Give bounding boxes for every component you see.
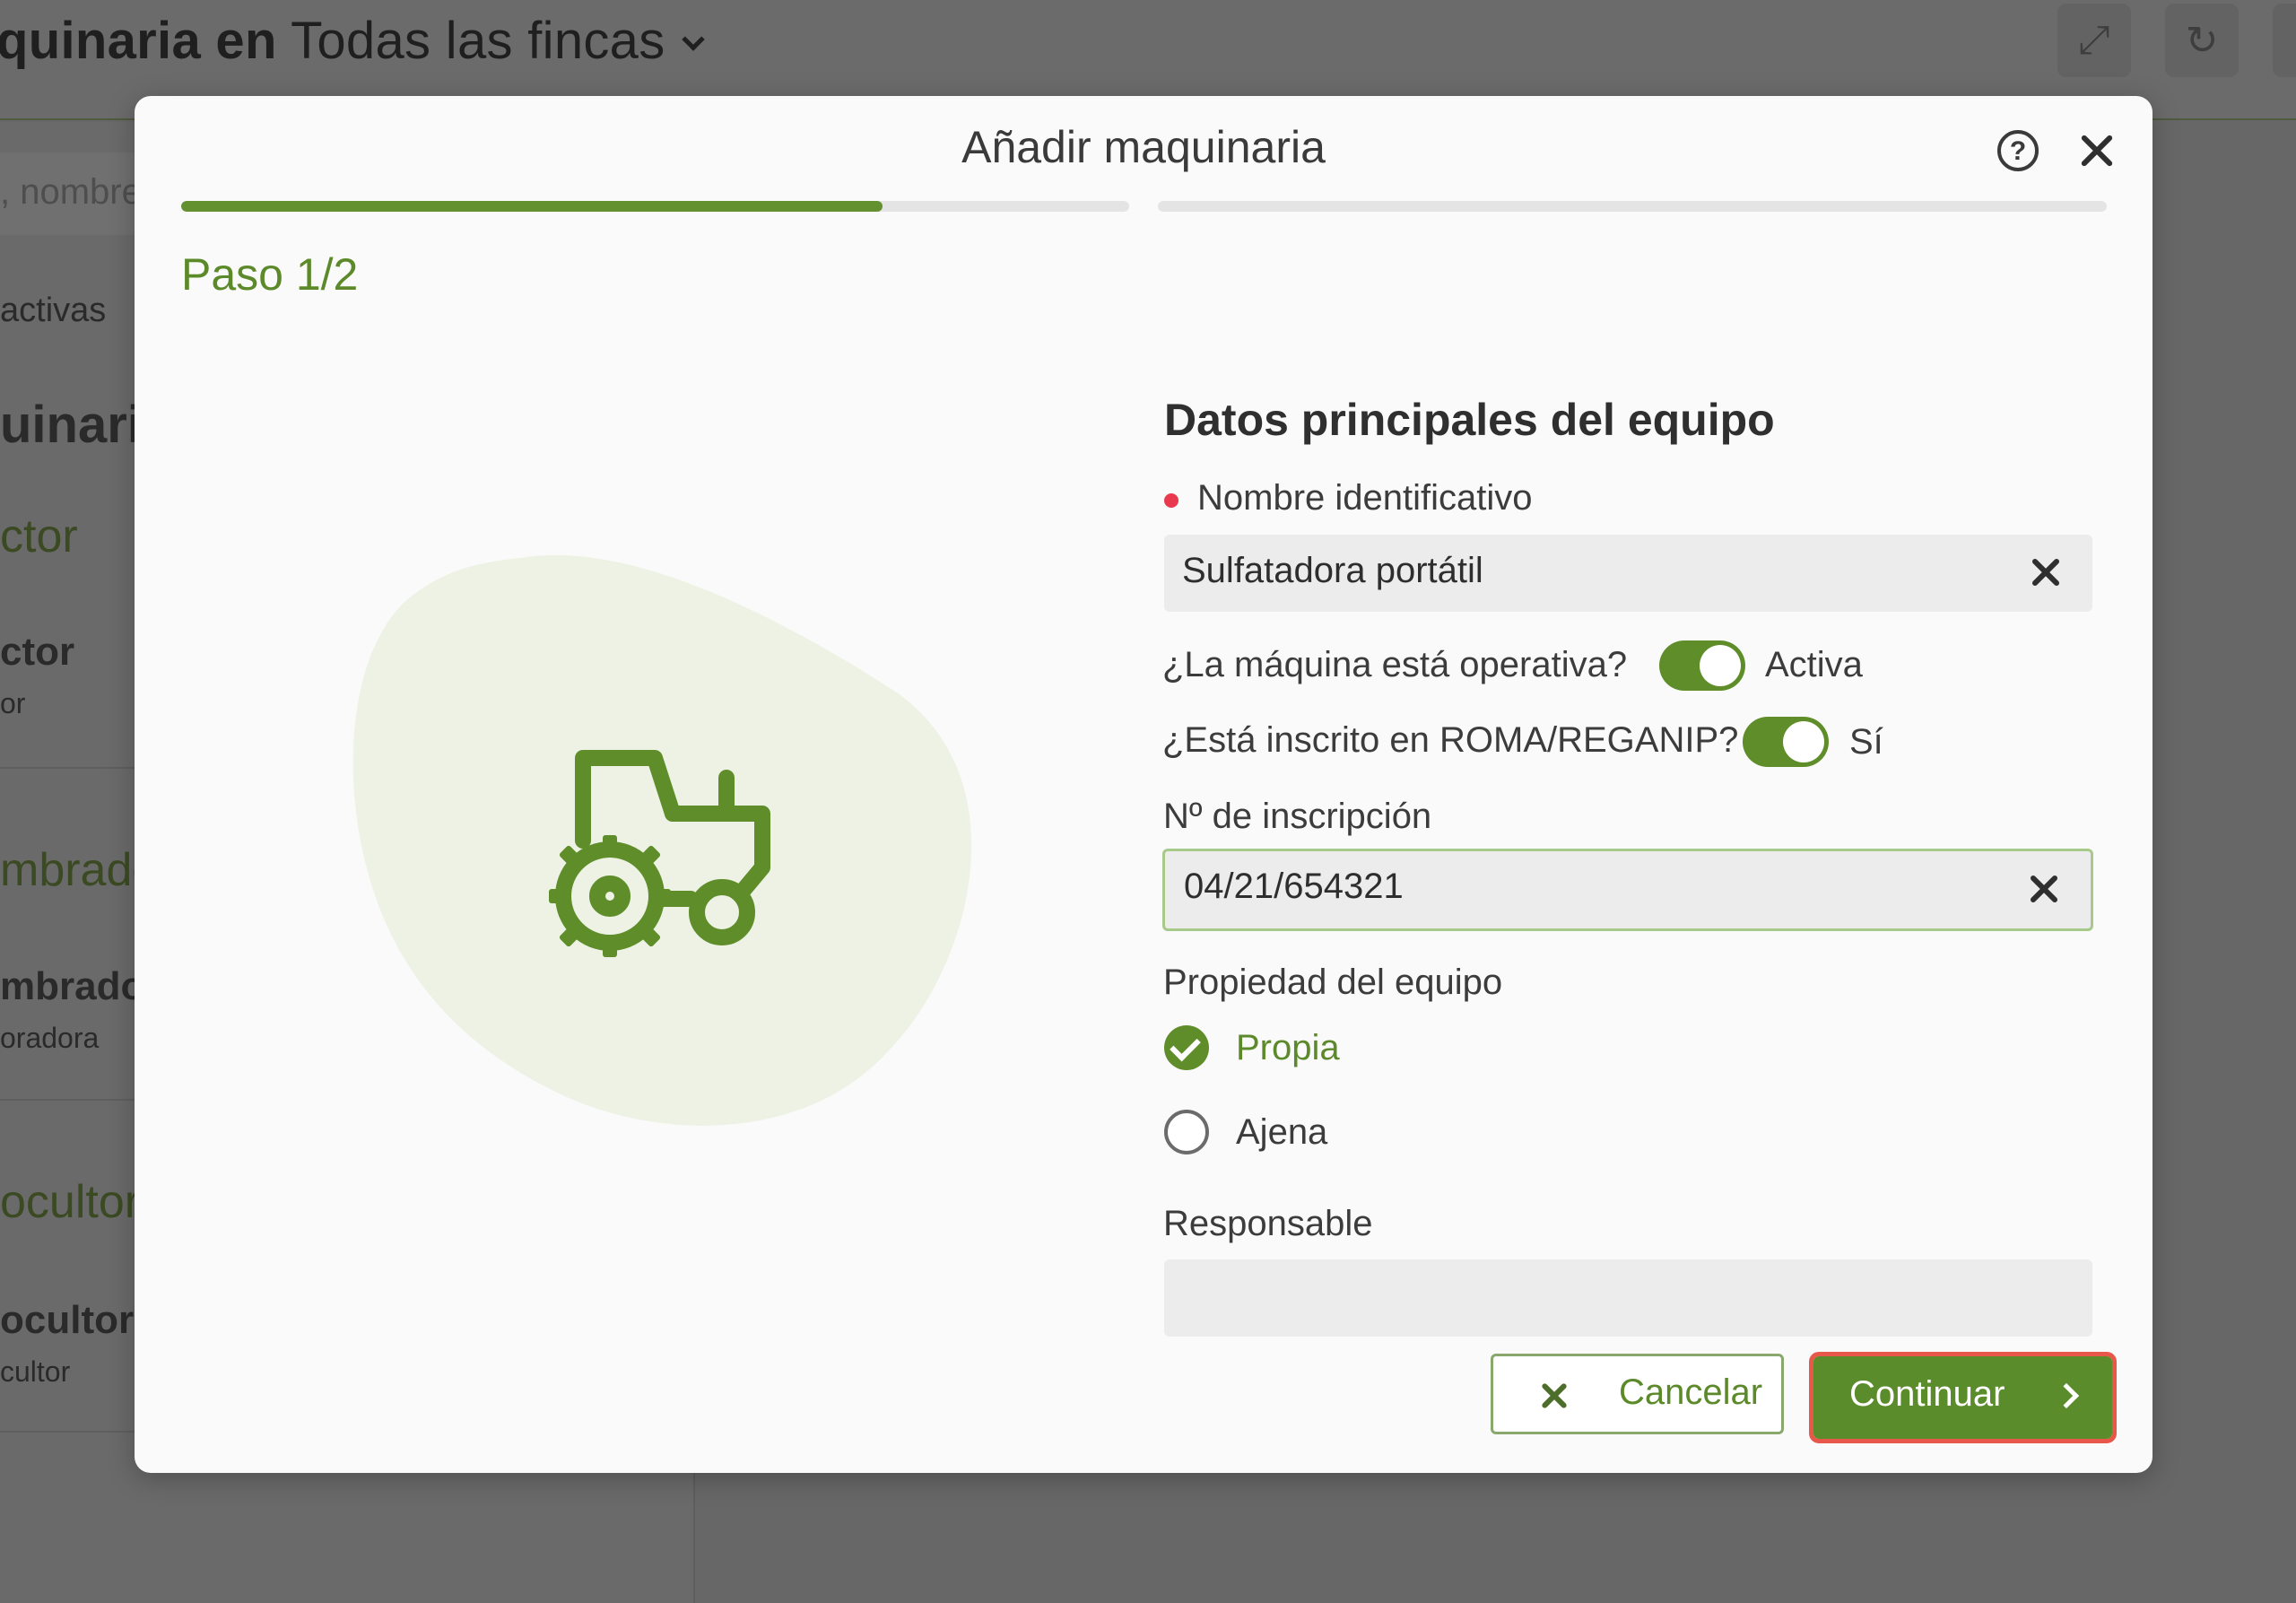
roma-state: Sí	[1849, 722, 1883, 762]
radio-propia[interactable]	[1164, 1025, 1209, 1070]
list-item-2-sub: oradora	[0, 1022, 100, 1054]
step-label: Paso 1/2	[181, 249, 359, 300]
refresh-icon[interactable]: ↻	[2165, 4, 2239, 77]
more-tool-button[interactable]	[2273, 4, 2296, 77]
list-item-1-name[interactable]: ctor	[0, 630, 74, 675]
clear-icon[interactable]	[2024, 869, 2064, 909]
inscripcion-label: Nº de inscripción	[1163, 797, 1432, 836]
filter-activas[interactable]: activas	[0, 292, 106, 330]
progress-step-2	[1158, 201, 2107, 212]
expand-icon[interactable]: ⤢	[2057, 4, 2131, 77]
name-field-label: Nombre identificativo	[1197, 478, 1533, 518]
radio-ajena-label[interactable]: Ajena	[1236, 1112, 1327, 1153]
roma-label: ¿Está inscrito en ROMA/REGANIP?	[1162, 720, 1739, 760]
tractor-icon	[549, 750, 770, 957]
propiedad-label: Propiedad del equipo	[1163, 963, 1503, 1002]
toggle-knob	[1783, 721, 1824, 762]
name-field[interactable]: Sulfatadora portátil	[1164, 535, 2092, 612]
continue-button[interactable]: Continuar	[1809, 1352, 2117, 1443]
close-icon[interactable]	[2074, 128, 2119, 173]
operativa-toggle[interactable]	[1659, 640, 1745, 691]
list-item-1-sub: or	[0, 687, 26, 719]
list-item-3-sub: cultor	[0, 1355, 71, 1388]
radio-ajena[interactable]	[1164, 1110, 1209, 1154]
required-indicator	[1164, 493, 1178, 508]
toggle-knob	[1700, 645, 1741, 686]
inscripcion-field-value: 04/21/654321	[1184, 867, 1404, 906]
clear-icon[interactable]	[2026, 553, 2066, 592]
chevron-right-icon	[2053, 1382, 2080, 1409]
responsable-field[interactable]	[1164, 1259, 2092, 1337]
page-title[interactable]: quinaria en Todas las fincas	[0, 11, 705, 71]
cancel-button[interactable]: Cancelar	[1491, 1354, 1784, 1434]
progress-step-1	[181, 201, 1129, 212]
responsable-label: Responsable	[1163, 1204, 1373, 1243]
close-icon	[1538, 1380, 1570, 1412]
progress-step-1-fill	[181, 201, 883, 212]
section-title: Datos principales del equipo	[1164, 395, 1775, 445]
help-icon[interactable]: ?	[1997, 130, 2039, 171]
roma-toggle[interactable]	[1743, 717, 1829, 767]
chevron-down-icon	[681, 28, 705, 51]
modal-title: Añadir maquinaria	[961, 122, 1326, 172]
operativa-state: Activa	[1765, 645, 1863, 684]
sidebar-group-1: ctor	[0, 510, 78, 562]
search-input[interactable]: , nombre	[0, 152, 144, 235]
name-field-value: Sulfatadora portátil	[1182, 551, 1483, 590]
inscripcion-field[interactable]: 04/21/654321	[1162, 849, 2093, 931]
sidebar-group-3: ocultor	[0, 1176, 141, 1228]
list-item-3-name[interactable]: ocultor	[0, 1298, 134, 1343]
operativa-label: ¿La máquina está operativa?	[1162, 645, 1628, 684]
radio-propia-label[interactable]: Propia	[1236, 1028, 1340, 1068]
